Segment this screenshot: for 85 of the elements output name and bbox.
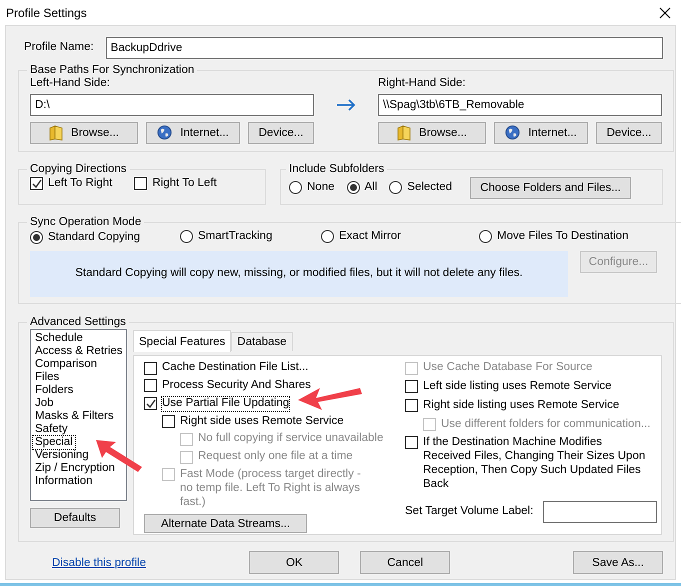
checkbox-label: No full copying if service unavailable [198, 432, 384, 446]
internet-button[interactable]: Internet... [146, 122, 240, 144]
radio-button[interactable] [289, 181, 302, 194]
internet-button[interactable]: Internet... [494, 122, 588, 144]
checkbox-label: Left side listing uses Remote Service [423, 380, 612, 394]
window-title: Profile Settings [6, 6, 87, 20]
category-item[interactable]: Folders [33, 384, 76, 398]
globe-icon [505, 125, 520, 140]
radio-label: Exact Mirror [339, 230, 401, 244]
group-title: Sync Operation Mode [29, 216, 142, 229]
checkbox[interactable] [134, 177, 148, 190]
checkbox-label: Request only one file at a time [198, 450, 353, 464]
checkbox[interactable] [144, 397, 157, 410]
radio-button[interactable] [30, 231, 43, 244]
checkbox-label: Use Partial File Updating [162, 396, 290, 411]
folder-icon [397, 124, 412, 141]
group-title: Base Paths For Synchronization [29, 64, 196, 77]
category-item[interactable]: Zip / Encryption [33, 462, 117, 476]
category-item[interactable]: Comparison [33, 358, 99, 372]
checkbox[interactable] [144, 362, 157, 375]
category-item[interactable]: Access & Retries [33, 345, 125, 358]
alternate-streams-button[interactable]: Alternate Data Streams... [144, 514, 307, 534]
checkbox[interactable] [144, 379, 157, 392]
radio-button[interactable] [346, 181, 360, 194]
path-field[interactable]: D:\ [30, 94, 314, 116]
radio-button[interactable] [180, 230, 193, 244]
device-button[interactable]: Device... [596, 122, 662, 144]
defaults-button[interactable]: Defaults [30, 508, 120, 528]
category-item[interactable]: Versioning [33, 449, 91, 462]
radio-label: Selected [407, 180, 452, 195]
group-title: Advanced Settings [29, 316, 127, 330]
choose-folders-button[interactable]: Choose Folders and Files... [470, 176, 632, 199]
mode-description: Standard Copying will copy new, missing, or modified files, but it will not delete any files. [75, 267, 523, 282]
browse-button[interactable]: Browse... [378, 122, 486, 144]
checkbox-label: Process Security And Shares [162, 378, 311, 393]
browse-button[interactable]: Browse... [30, 122, 138, 144]
checkbox-label: Right side uses Remote Service [180, 414, 344, 428]
checkbox[interactable] [30, 177, 43, 190]
checkbox-label: Fast Mode (process target directly - no temp file. Left To Right is always fast.) [180, 468, 362, 510]
disable-profile-link[interactable]: Disable this profile [52, 556, 242, 569]
folder-icon [49, 124, 64, 141]
checkbox-label: Right side listing uses Remote Service [423, 398, 620, 413]
volume-label-caption: Set Target Volume Label: [405, 504, 534, 518]
tab[interactable]: Database [231, 332, 293, 352]
checkbox-label: Use different folders for communication... [441, 418, 650, 432]
side-label: Left-Hand Side: [30, 77, 111, 91]
group-title: Copying Directions [29, 162, 128, 176]
category-item[interactable]: Safety [33, 423, 70, 436]
right-arrow-icon [336, 99, 356, 111]
profile-name-label: Profile Name: [24, 41, 94, 55]
category-item[interactable]: Files [33, 371, 62, 384]
radio-label: SmartTracking [198, 230, 272, 244]
profile-name-field[interactable]: BackupDdrive [106, 37, 663, 59]
category-item[interactable]: Information [33, 475, 95, 488]
globe-icon [157, 125, 172, 140]
dialog-button[interactable]: Cancel [360, 551, 450, 574]
checkbox-label: Left To Right [48, 176, 112, 191]
checkbox[interactable] [405, 380, 418, 394]
radio-label: Move Files To Destination [497, 230, 628, 244]
radio-button[interactable] [321, 230, 334, 244]
radio-button[interactable] [389, 181, 402, 194]
group-title: Include Subfolders [288, 162, 386, 176]
tab[interactable]: Special Features [133, 330, 232, 352]
category-item[interactable]: Schedule [33, 332, 85, 346]
radio-button[interactable] [479, 230, 492, 244]
checkbox-label: If the Destination Machine Modifies Received Files, Changing Their Sizes Upon Reception, Then Copy Such Updated Files Back [423, 436, 646, 492]
radio-label: Standard Copying [48, 231, 140, 245]
radio-label: None [307, 180, 334, 195]
path-field[interactable]: \\Spag\3tb\6TB_Removable [378, 94, 662, 116]
checkbox[interactable] [405, 399, 418, 412]
side-label: Right-Hand Side: [378, 77, 467, 91]
checkbox[interactable] [405, 436, 418, 450]
category-item[interactable]: Special [33, 436, 75, 450]
category-item[interactable]: Masks & Filters [33, 410, 116, 424]
volume-label-field[interactable] [543, 500, 658, 523]
checkbox-label: Cache Destination File List... [162, 361, 308, 375]
device-button[interactable]: Device... [248, 122, 314, 144]
dialog-button[interactable]: OK [249, 551, 340, 574]
radio-label: All [364, 180, 378, 195]
checkbox-label: Use Cache Database For Source [423, 361, 592, 375]
dialog-button[interactable]: Save As... [573, 551, 664, 574]
checkbox[interactable] [162, 414, 175, 428]
checkbox-label: Right To Left [152, 176, 217, 191]
category-item[interactable]: Job [33, 397, 56, 410]
close-icon[interactable] [659, 6, 671, 18]
